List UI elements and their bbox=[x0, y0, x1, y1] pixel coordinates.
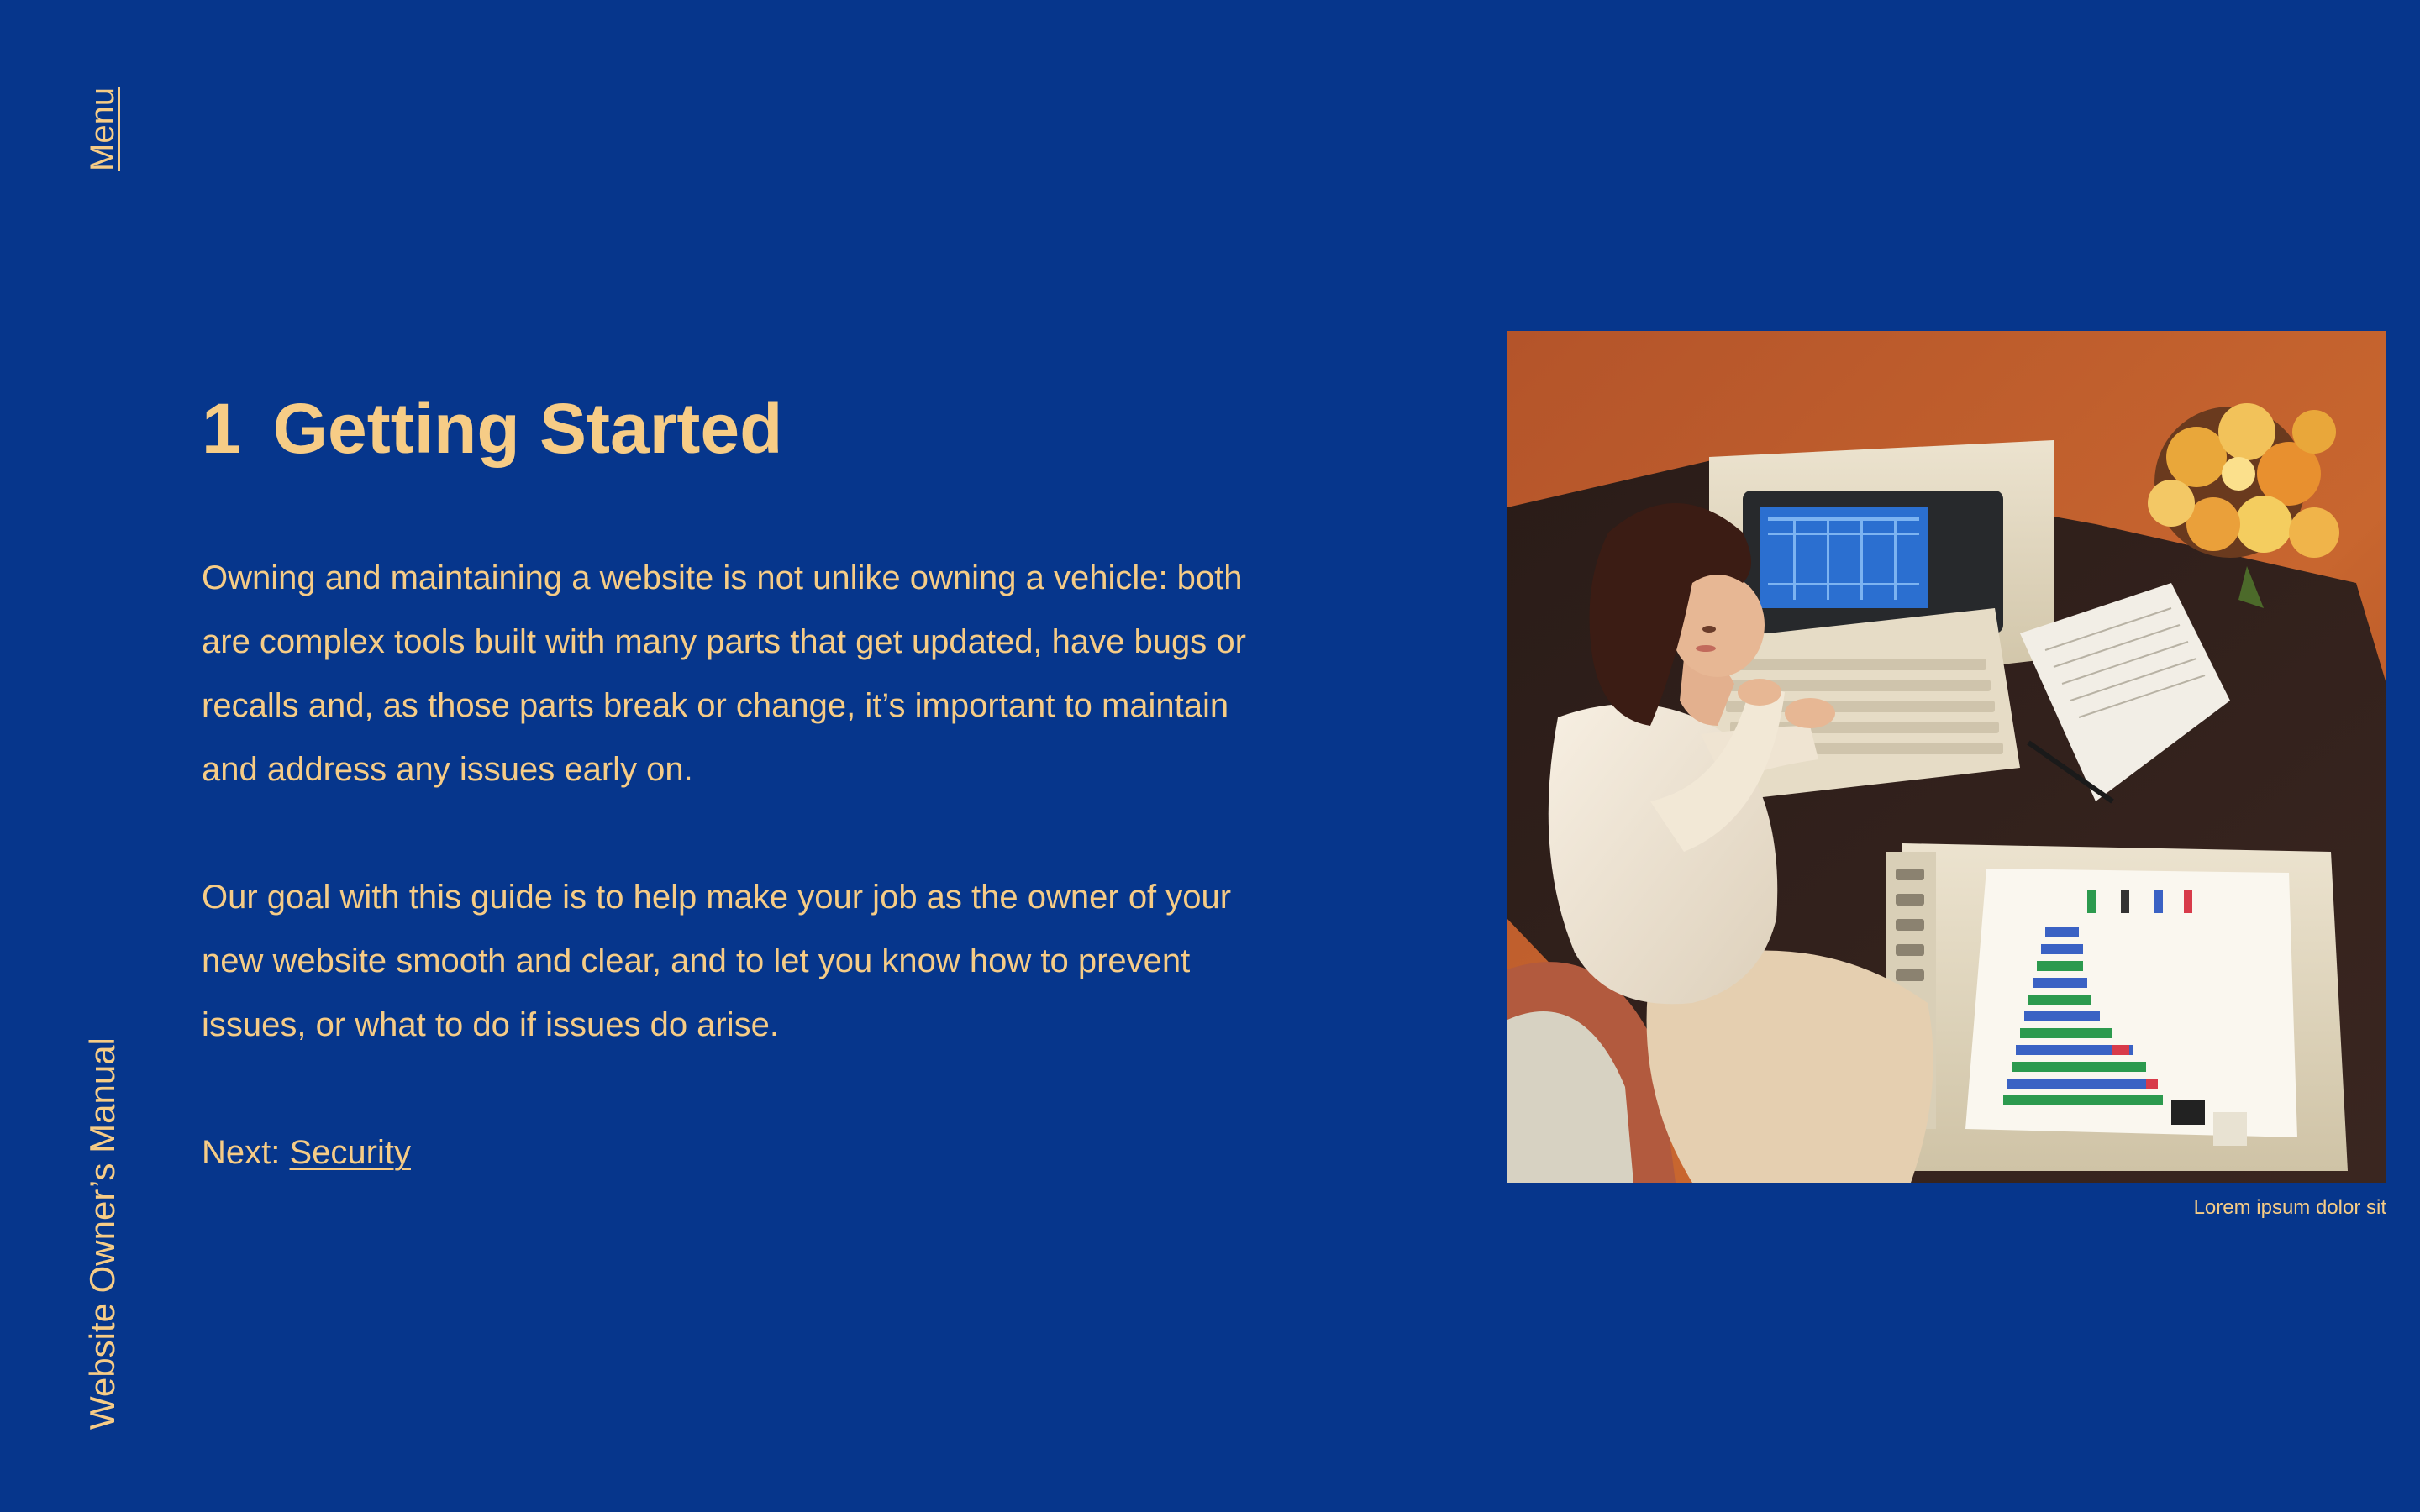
page-title: 1 Getting Started bbox=[202, 386, 1252, 470]
section-title: Getting Started bbox=[272, 389, 783, 468]
main-content: 1 Getting Started Owning and maintaining… bbox=[202, 386, 1252, 1184]
hero-figure bbox=[1507, 331, 2386, 1183]
goal-paragraph: Our goal with this guide is to help make… bbox=[202, 879, 1232, 1043]
next-navigation: Next: Security bbox=[202, 1121, 1252, 1184]
menu-link[interactable]: Menu bbox=[84, 87, 122, 171]
site-title: Website Owner’s Manual bbox=[82, 1037, 122, 1430]
next-link-security[interactable]: Security bbox=[289, 1134, 411, 1171]
office-computer-photo bbox=[1507, 331, 2386, 1183]
next-label: Next: bbox=[202, 1134, 281, 1171]
intro-paragraph: Owning and maintaining a website is not … bbox=[202, 559, 1246, 788]
page: Menu Website Owner’s Manual 1 Getting St… bbox=[0, 0, 2420, 1512]
section-number: 1 bbox=[202, 389, 241, 468]
figure-caption: Lorem ipsum dolor sit bbox=[2193, 1196, 2386, 1219]
